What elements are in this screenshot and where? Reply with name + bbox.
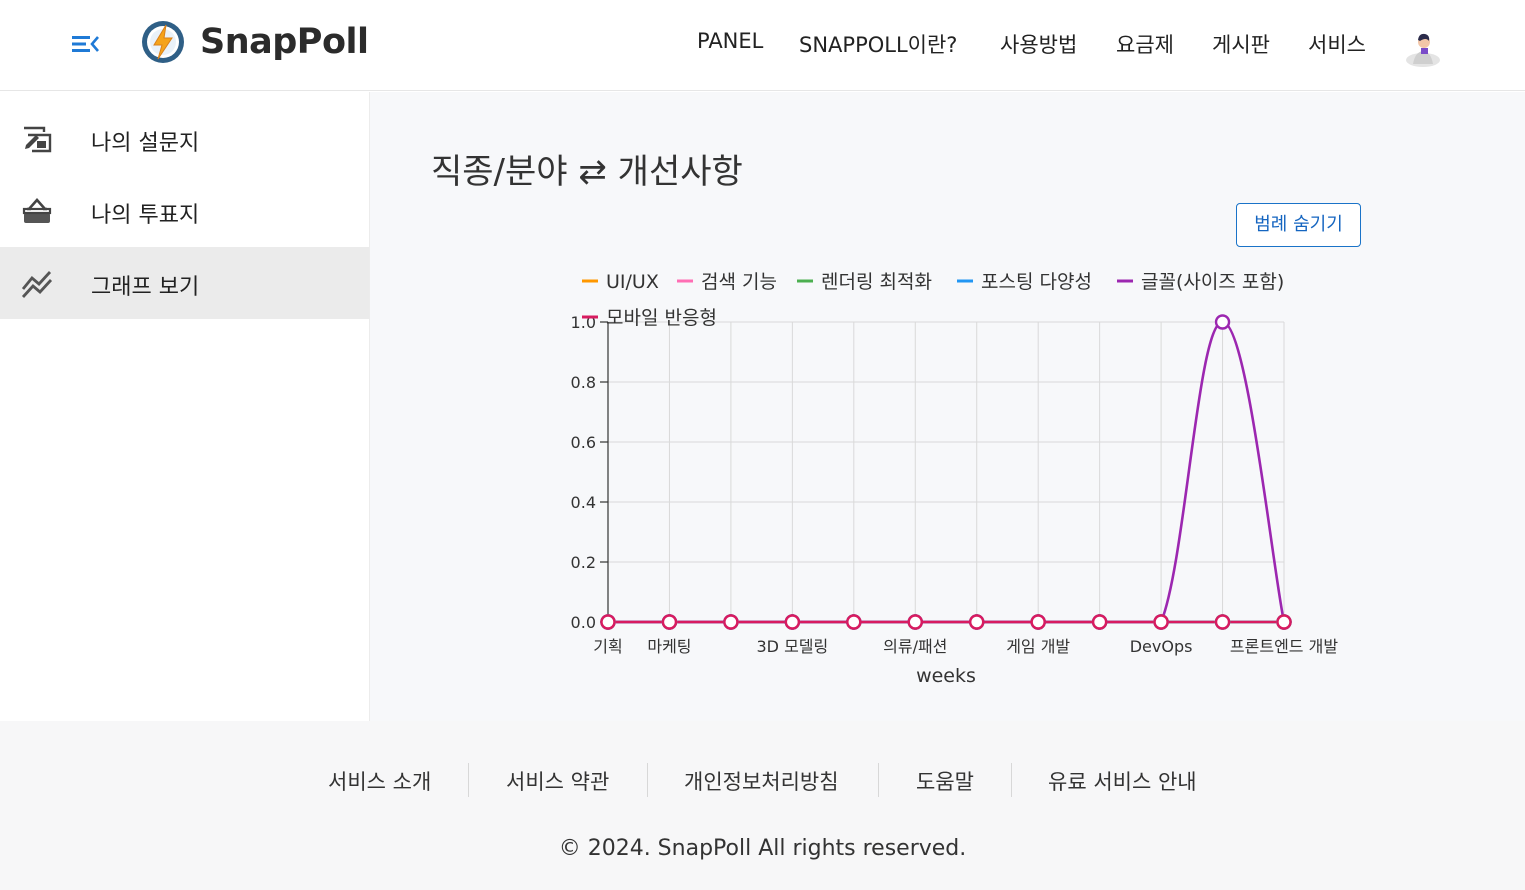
survey-edit-icon — [24, 126, 52, 153]
footer-link-privacy[interactable]: 개인정보처리방침 — [684, 766, 839, 796]
y-tick-label: 0.6 — [571, 433, 596, 452]
x-tick-label: 의류/패션 — [883, 637, 947, 656]
y-tick-label: 0.8 — [571, 373, 596, 392]
legend-label: 렌더링 최적화 — [821, 271, 932, 293]
series-point — [1214, 614, 1231, 630]
nav-how-to-use[interactable]: 사용방법 — [1000, 29, 1077, 59]
footer-link-help[interactable]: 도움말 — [916, 766, 974, 796]
y-tick-label: 0.4 — [571, 493, 596, 512]
sidebar-item-graph-view[interactable]: 그래프 보기 — [0, 247, 369, 319]
user-avatar[interactable] — [1403, 24, 1443, 68]
legend-label: 글꼴(사이즈 포함) — [1141, 271, 1284, 293]
brand-name[interactable]: SnapPoll — [200, 22, 369, 62]
x-axis-label: weeks — [916, 665, 976, 687]
menu-collapse-icon[interactable] — [70, 32, 100, 56]
series-point — [1276, 614, 1292, 630]
series-point — [969, 614, 985, 630]
nav-service[interactable]: 서비스 — [1308, 29, 1366, 59]
vote-box-icon — [22, 198, 52, 223]
series-point — [784, 614, 801, 630]
x-tick-label: 프론트엔드 개발 — [1230, 637, 1338, 656]
legend-label: 검색 기능 — [701, 271, 777, 293]
top-header: SnapPoll PANEL SNAPPOLL이란? 사용방법 요금제 게시판 … — [0, 0, 1525, 91]
line-chart: 0.00.20.40.60.81.0기획 마케팅 3D 모델링 의류/패션 게임 개발 D… — [571, 271, 1339, 687]
series-point — [600, 614, 616, 630]
legend-label: 모바일 반응형 — [606, 307, 717, 329]
main-content: 직종/분야 ⇄ 개선사항 범례 숨기기 0.0 0.2 0.4 0.6 0.8 1.0 기획… — [370, 92, 1525, 721]
nav-panel[interactable]: PANEL — [697, 29, 763, 53]
x-tick-label: 마케팅 — [647, 637, 691, 656]
footer-divider — [647, 763, 648, 797]
sidebar-item-my-surveys[interactable]: 나의 설문지 — [0, 103, 369, 175]
series-point — [907, 614, 923, 630]
nav-about[interactable]: SNAPPOLL이란? — [799, 29, 957, 59]
x-tick-label: 기획 — [593, 637, 622, 656]
footer: 서비스 소개 서비스 약관 개인정보처리방침 도움말 유료 서비스 안내 © 2… — [0, 721, 1525, 890]
chart-trend-icon — [21, 271, 53, 298]
x-tick-label: 게임 개발 — [1006, 637, 1070, 656]
sidebar-item-label: 나의 투표지 — [91, 203, 200, 228]
footer-divider — [1011, 763, 1012, 797]
footer-divider — [878, 763, 879, 797]
legend-label: UI/UX — [606, 271, 659, 293]
copyright-text: © 2024. SnapPoll All rights reserved. — [558, 836, 967, 861]
x-tick-label: 3D 모델링 — [756, 637, 828, 656]
legend-label: 포스팅 다양성 — [981, 271, 1092, 293]
sidebar-item-my-votes[interactable]: 나의 투표지 — [0, 175, 369, 247]
y-tick-label: 0.0 — [571, 613, 596, 632]
snappoll-logo-icon[interactable] — [140, 19, 186, 65]
footer-link-terms[interactable]: 서비스 약관 — [506, 766, 609, 796]
series-point — [1153, 614, 1169, 630]
footer-link-paid-service[interactable]: 유료 서비스 안내 — [1048, 766, 1197, 796]
sidebar-item-label: 나의 설문지 — [91, 131, 200, 156]
series-line-4 — [607, 320, 1286, 624]
series-point — [1030, 614, 1046, 630]
series-point — [846, 614, 862, 630]
x-tick-label: DevOps — [1130, 637, 1193, 656]
nav-board[interactable]: 게시판 — [1212, 29, 1270, 59]
nav-pricing[interactable]: 요금제 — [1116, 29, 1174, 59]
series-point — [1091, 614, 1108, 630]
y-tick-label: 0.2 — [571, 553, 596, 572]
footer-link-service-intro[interactable]: 서비스 소개 — [328, 766, 431, 796]
series-point — [661, 614, 678, 630]
footer-divider — [468, 763, 469, 797]
sidebar: 나의 설문지 나의 투표지 그래프 보기 — [0, 92, 370, 721]
sidebar-item-label: 그래프 보기 — [91, 275, 200, 300]
series-point — [723, 614, 739, 630]
series-point — [1214, 314, 1231, 330]
